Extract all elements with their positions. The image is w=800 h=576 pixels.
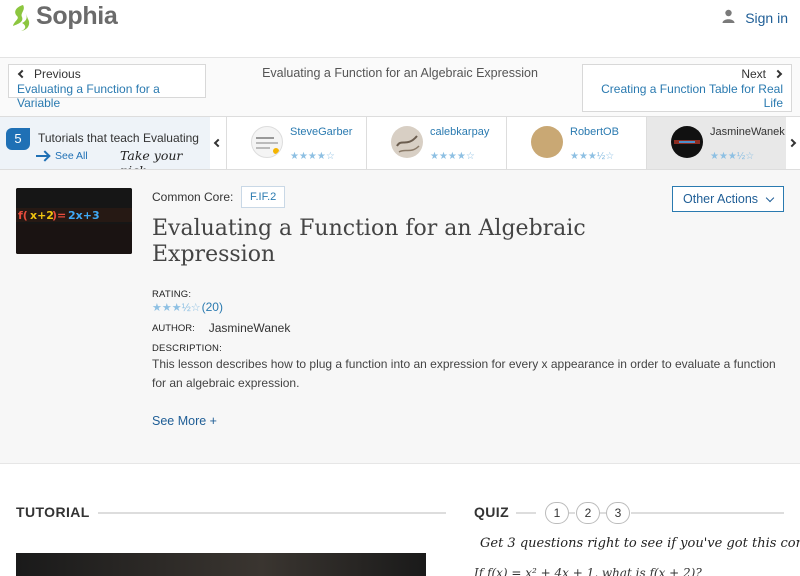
arrow-right-icon: [36, 155, 48, 157]
sophia-logo[interactable]: Sophia: [10, 2, 118, 31]
tutorial-heading: TUTORIAL: [16, 504, 90, 520]
description-label: DESCRIPTION:: [152, 343, 222, 354]
other-actions-label: Other Actions: [683, 192, 759, 206]
logo-text: Sophia: [36, 2, 118, 30]
tutorial-thumbnail: [671, 126, 703, 158]
chevron-down-icon: [765, 193, 775, 202]
strip-scroll-left-button[interactable]: [210, 117, 226, 169]
quiz-divider: [516, 512, 536, 514]
quiz-heading: QUIZ: [474, 504, 510, 520]
tutorial-count-badge: 5: [6, 128, 30, 150]
common-core-standard-badge[interactable]: F.IF.2: [241, 186, 286, 208]
quiz-question-2[interactable]: 2: [576, 502, 600, 524]
quiz-question-3[interactable]: 3: [606, 502, 630, 524]
author-name: JasmineWanek: [208, 321, 291, 335]
tutorial-card[interactable]: calebkarpay ★★★★☆: [366, 117, 506, 169]
see-all-label: See All: [55, 150, 88, 162]
page-title: Evaluating a Function for an Algebraic E…: [152, 216, 586, 267]
sophia-logo-icon: [10, 4, 32, 31]
tutorial-thumbnail: [391, 126, 423, 158]
previous-tutorial-link[interactable]: Previous Evaluating a Function for a Var…: [8, 64, 206, 110]
strip-intro: 5 Tutorials that teach Evaluating See Al…: [0, 117, 210, 169]
common-core-label: Common Core:: [152, 190, 234, 204]
tutorial-rating-stars: ★★★½☆: [710, 151, 755, 162]
strip-description: Tutorials that teach Evaluating: [38, 131, 199, 145]
tutorial-author: SteveGarber: [290, 126, 353, 138]
tutorial-rating-stars: ★★★★☆: [290, 151, 335, 162]
svg-text:x+2: x+2: [30, 209, 54, 222]
sign-in-label: Sign in: [745, 9, 788, 26]
related-tutorials-strip: 5 Tutorials that teach Evaluating See Al…: [0, 116, 800, 170]
quiz-question-text: If f(x) = x² + 4x + 1, what is f(x + 2)?: [474, 566, 702, 576]
tutorial-rating-stars: ★★★½☆: [570, 151, 615, 162]
rating-stars: ★★★½☆: [152, 301, 201, 314]
chevron-left-icon: [213, 138, 223, 148]
see-all-link[interactable]: See All: [36, 150, 88, 162]
quiz-question-1[interactable]: 1: [545, 502, 569, 524]
tutorial-rating-stars: ★★★★☆: [430, 151, 475, 162]
prev-next-bar: Previous Evaluating a Function for a Var…: [0, 58, 800, 116]
author-line: AUTHOR: JasmineWanek: [152, 321, 290, 335]
current-tutorial-title: Evaluating a Function for an Algebraic E…: [262, 66, 538, 80]
rating-label: RATING:: [152, 289, 192, 300]
chevron-right-icon: [773, 69, 783, 79]
tutorial-hero-image: f( x+2 )= 2x+3: [16, 188, 132, 254]
other-actions-dropdown[interactable]: Other Actions: [672, 186, 784, 212]
author-label: AUTHOR:: [152, 323, 195, 334]
tutorial-thumbnail: [251, 126, 283, 158]
next-label: Next: [741, 67, 766, 81]
user-icon: [722, 9, 735, 26]
tutorial-details: f( x+2 )= 2x+3 Common Core: F.IF.2 Other…: [0, 170, 800, 464]
see-more-link[interactable]: See More +: [152, 414, 217, 428]
tutorial-card[interactable]: RobertOB ★★★½☆: [506, 117, 646, 169]
previous-tutorial-title: Evaluating a Function for a Variable: [17, 82, 160, 110]
svg-text:f(: f(: [18, 209, 28, 222]
strip-scroll-right-button[interactable]: [784, 117, 800, 169]
sign-in-link[interactable]: Sign in: [722, 9, 788, 26]
chevron-left-icon: [17, 69, 27, 79]
tutorial-video[interactable]: [16, 553, 426, 576]
tutorial-card-selected[interactable]: JasmineWanek ★★★½☆: [646, 117, 786, 169]
rating[interactable]: ★★★½☆ (20): [152, 300, 223, 314]
top-bar: Sophia Sign in: [0, 0, 800, 58]
description-text: This lesson describes how to plug a func…: [152, 357, 776, 390]
rating-count: (20): [201, 300, 223, 314]
tutorial-divider: [98, 512, 446, 514]
tutorial-author: RobertOB: [570, 126, 619, 138]
previous-label: Previous: [34, 67, 81, 81]
tutorial-author: calebkarpay: [430, 126, 490, 138]
tutorial-thumbnail: [531, 126, 563, 158]
take-your-pick-text: Take your pick:: [120, 148, 183, 169]
quiz-caption: Get 3 questions right to see if you've g…: [480, 536, 800, 551]
svg-text:)=: )=: [52, 209, 66, 222]
tutorial-author: JasmineWanek: [710, 126, 785, 138]
next-tutorial-link[interactable]: Next Creating a Function Table for Real …: [582, 64, 792, 112]
chevron-right-icon: [787, 138, 797, 148]
tutorial-card[interactable]: SteveGarber ★★★★☆: [226, 117, 366, 169]
next-tutorial-title: Creating a Function Table for Real Life: [601, 82, 783, 110]
quiz-divider: [631, 512, 784, 514]
quiz-divider: [569, 512, 575, 514]
svg-text:2x+3: 2x+3: [68, 209, 100, 222]
